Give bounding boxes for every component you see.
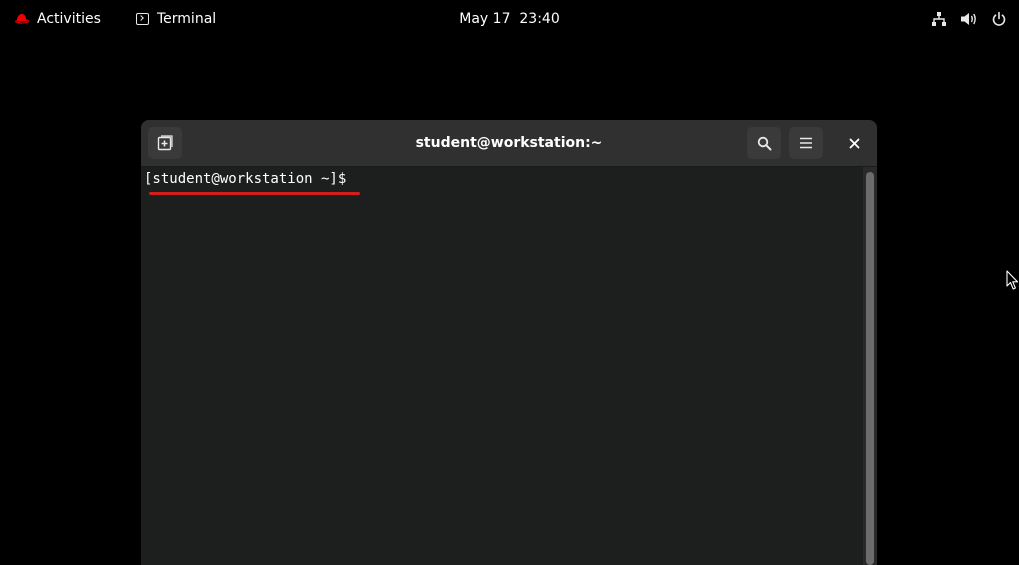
terminal-window[interactable]: student@workstation:~ [student@workstati… xyxy=(141,120,877,565)
header-bar[interactable]: student@workstation:~ xyxy=(141,120,877,167)
annotation-underline xyxy=(149,192,360,195)
redhat-logo-icon xyxy=(15,14,30,24)
mouse-pointer-icon xyxy=(1006,270,1019,290)
close-button[interactable] xyxy=(837,127,871,159)
text-cursor xyxy=(355,170,356,186)
top-bar: Activities Terminal May 17 23:40 xyxy=(0,0,1019,38)
shell-prompt: [student@workstation ~]$ xyxy=(144,171,355,187)
scrollbar[interactable] xyxy=(863,167,877,565)
new-tab-button[interactable] xyxy=(148,127,182,159)
app-menu-terminal[interactable]: Terminal xyxy=(136,0,216,38)
close-icon xyxy=(849,138,859,148)
network-icon[interactable] xyxy=(931,11,947,27)
activities-label: Activities xyxy=(37,11,101,27)
volume-icon[interactable] xyxy=(960,11,978,27)
clock[interactable]: May 17 23:40 xyxy=(459,11,559,27)
hamburger-menu-icon xyxy=(800,137,812,149)
shell-prompt-line: [student@workstation ~]$ xyxy=(144,170,356,188)
power-icon[interactable] xyxy=(991,11,1007,27)
main-menu-button[interactable] xyxy=(789,127,823,159)
search-button[interactable] xyxy=(747,127,781,159)
search-icon xyxy=(757,136,771,150)
terminal-output[interactable]: [student@workstation ~]$ xyxy=(141,167,863,565)
scrollbar-thumb[interactable] xyxy=(866,172,874,565)
new-tab-icon xyxy=(157,135,173,151)
app-menu-label: Terminal xyxy=(157,11,217,27)
system-tray[interactable] xyxy=(931,0,1007,38)
activities-button[interactable]: Activities xyxy=(14,0,101,38)
terminal-app-icon xyxy=(136,13,149,25)
